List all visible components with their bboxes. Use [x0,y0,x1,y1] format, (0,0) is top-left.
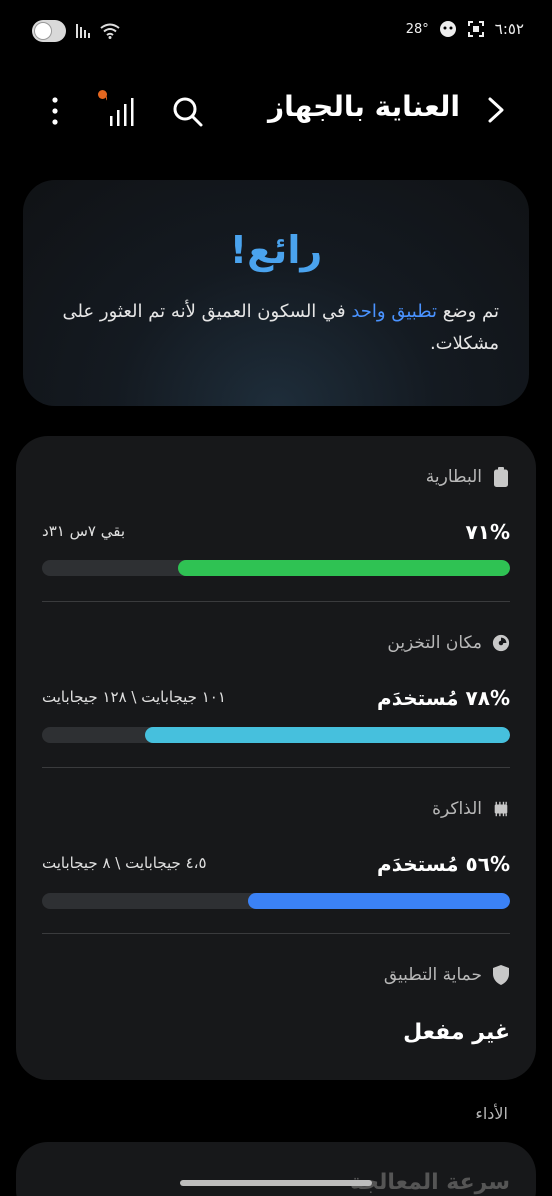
device-status-card: البطارية %٧١ بقي ٧س ٣١د مكان التخزين %٧٨… [16,436,536,1080]
memory-row: %٥٦ مُستخدَم ٤،٥ جيجابايت \ ٨ جيجابايت [42,852,510,880]
notification-dot [98,90,107,99]
clock-text: ٦:٥٢ [494,20,524,38]
battery-remaining: بقي ٧س ٣١د [42,522,126,540]
memory-section[interactable]: الذاكرة %٥٦ مُستخدَم ٤،٥ جيجابايت \ ٨ جي… [42,794,510,934]
app-protection-label: حماية التطبيق [383,965,482,985]
memory-header: الذاكرة [432,794,510,824]
status-icons-right: 28° ٦:٥٢ [406,20,524,38]
more-options-icon[interactable] [48,96,62,126]
deep-sleep-app-link[interactable]: تطبيق واحد [351,301,437,322]
summary-text: تم وضع تطبيق واحد في السكون العميق لأنه … [53,296,499,360]
performance-card[interactable]: سرعة المعالجة [16,1142,536,1196]
performance-section-label: الأداء [475,1104,508,1123]
status-icons-left [32,20,120,42]
memory-label: الذاكرة [432,799,482,819]
storage-progress-fill [144,727,510,743]
battery-progress-bar [42,560,510,576]
storage-pie-icon [492,634,510,652]
storage-row: %٧٨ مُستخدَم ١٠١ جيجابايت \ ١٢٨ جيجابايت [42,686,510,714]
storage-section[interactable]: مكان التخزين %٧٨ مُستخدَم ١٠١ جيجابايت \… [42,628,510,768]
app-protection-header: حماية التطبيق [384,960,510,990]
divider [42,601,510,602]
search-icon[interactable] [172,96,204,128]
wifi-icon [100,23,120,39]
toggle-icon [32,20,66,42]
battery-icon [494,467,508,487]
stats-icon[interactable] [106,90,136,130]
divider [42,767,510,768]
app-protection-status: غير مفعل [403,1020,510,1045]
divider [42,933,510,934]
memory-progress-bar [42,893,510,909]
battery-label: البطارية [425,467,482,487]
status-bar: 28° ٦:٥٢ [0,0,552,62]
memory-chip-icon [494,801,508,817]
screenshot-icon [467,21,484,37]
back-chevron-icon[interactable] [484,96,508,124]
memory-progress-fill [247,893,510,909]
summary-title: رائع! [229,228,323,272]
storage-progress-bar [42,727,510,743]
page-title: العناية بالجهاز [268,90,460,123]
home-indicator[interactable] [180,1180,372,1186]
storage-used-detail: ١٠١ جيجابايت \ ١٢٨ جيجابايت [42,688,226,706]
shield-icon [493,965,509,985]
status-summary-card: رائع! تم وضع تطبيق واحد في السكون العميق… [23,180,529,406]
battery-percent: %٧١ [465,520,510,544]
processing-speed-title: سرعة المعالجة [349,1170,510,1195]
memory-used-percent: %٥٦ مُستخدَم [377,852,510,876]
app-protection-section[interactable]: حماية التطبيق غير مفعل [42,960,510,1060]
mascot-icon [439,21,456,37]
memory-used-detail: ٤،٥ جيجابايت \ ٨ جيجابايت [42,854,207,872]
battery-progress-fill [177,560,510,576]
battery-header: البطارية [426,462,510,492]
temperature-text: 28° [405,21,429,37]
battery-row: %٧١ بقي ٧س ٣١د [42,520,510,548]
signal-icon [76,24,90,38]
storage-label: مكان التخزين [387,633,482,653]
summary-text-start: تم وضع [437,301,499,322]
app-header: العناية بالجهاز [0,82,552,138]
storage-used-percent: %٧٨ مُستخدَم [377,686,510,710]
battery-section[interactable]: البطارية %٧١ بقي ٧س ٣١د [42,462,510,602]
storage-header: مكان التخزين [387,628,510,658]
